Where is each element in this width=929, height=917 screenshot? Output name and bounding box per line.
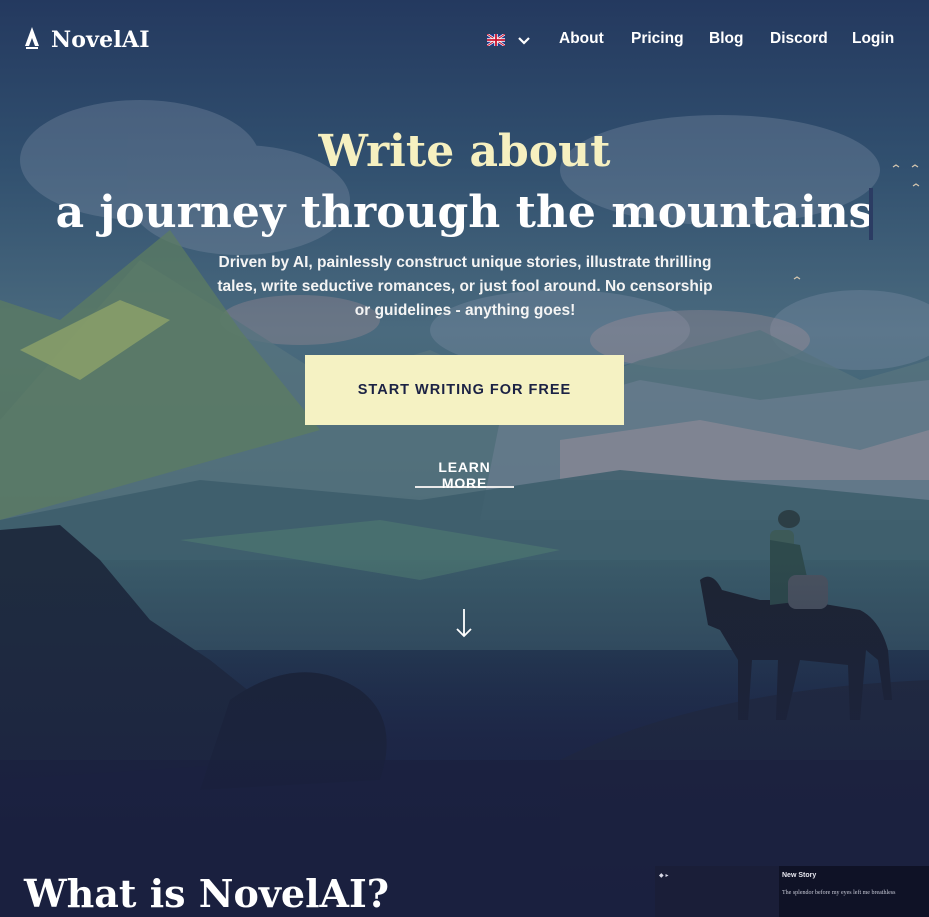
headline-write-about: Write about	[318, 126, 611, 177]
top-navigation: NovelAI About Pricing Blog Discord Login	[0, 0, 929, 82]
hero-subtitle: Driven by AI, painlessly construct uniqu…	[217, 254, 713, 319]
arrow-down-icon[interactable]	[455, 607, 473, 643]
nav-link-blog[interactable]: Blog	[709, 30, 743, 48]
preview-sidebar	[655, 866, 779, 917]
typing-cursor	[869, 188, 873, 240]
nav-link-discord[interactable]: Discord	[770, 30, 828, 48]
preview-doc-text: The splendor before my eyes left me brea…	[782, 890, 896, 896]
nav-link-login[interactable]: Login	[852, 30, 894, 48]
headline-story-prompt: a journey through the mountains	[55, 187, 874, 238]
start-writing-button[interactable]: START WRITING FOR FREE	[305, 355, 624, 425]
nav-links: About Pricing Blog Discord Login	[0, 30, 929, 54]
nav-link-pricing[interactable]: Pricing	[631, 30, 684, 48]
nav-link-about[interactable]: About	[559, 30, 604, 48]
preview-toolbar-icons: ◆ ▸	[659, 872, 669, 879]
learn-more-link[interactable]: LEARN MORE	[415, 459, 514, 491]
preview-doc-title: New Story	[782, 872, 817, 879]
section-title: What is NovelAI?	[24, 871, 390, 916]
editor-preview-image: ◆ ▸ New Story The splendor before my eye…	[655, 866, 929, 917]
